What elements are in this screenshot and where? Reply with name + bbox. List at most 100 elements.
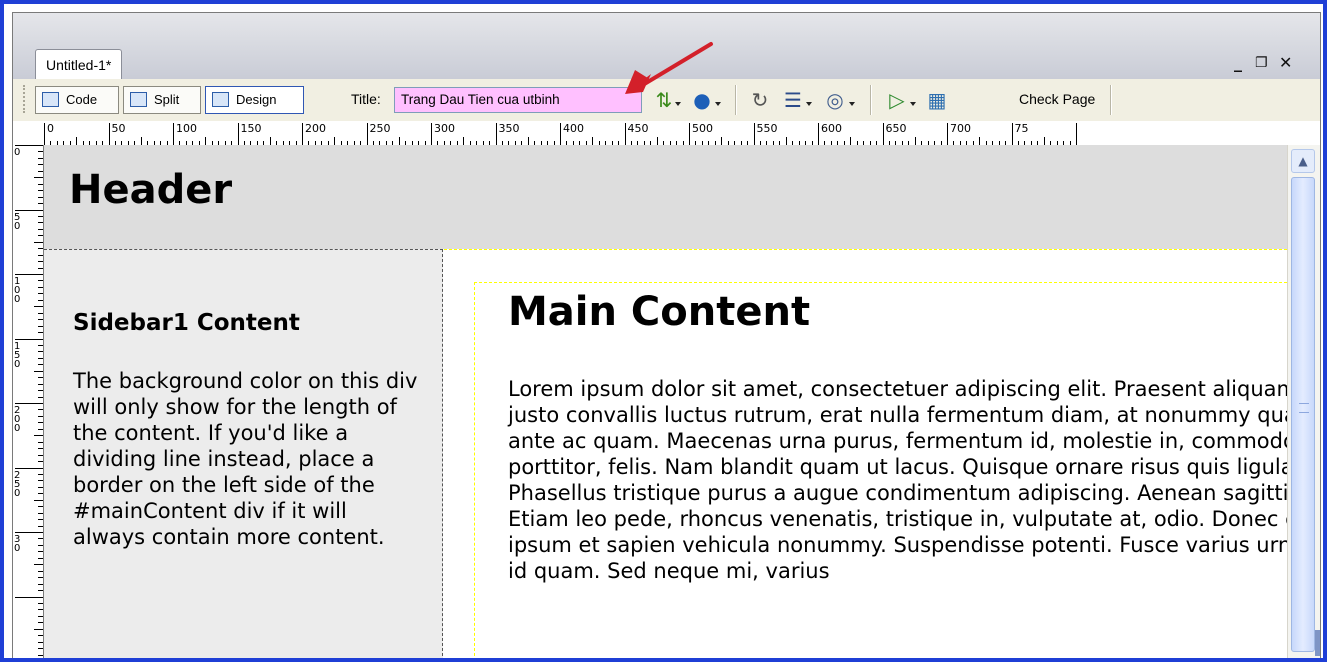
window-frame: Untitled-1* _ ❐ ✕ Code Split Design Titl… bbox=[0, 0, 1327, 662]
ruler-tick bbox=[721, 137, 723, 145]
ruler-tick bbox=[495, 123, 497, 145]
ruler-tick bbox=[38, 622, 43, 624]
ruler-tick bbox=[34, 370, 43, 372]
ruler-tick bbox=[15, 145, 43, 146]
ruler-tick bbox=[38, 615, 43, 617]
ruler-tick bbox=[302, 123, 303, 145]
ruler-tick bbox=[38, 222, 43, 224]
ruler-tick bbox=[38, 157, 43, 159]
ruler-label: 700 bbox=[950, 122, 971, 135]
ruler-tick bbox=[38, 551, 43, 553]
ruler-tick bbox=[431, 123, 432, 145]
ruler-tick bbox=[882, 123, 884, 145]
ruler-tick bbox=[38, 641, 43, 643]
main-content-div[interactable]: Main Content Lorem ipsum dolor sit amet,… bbox=[474, 282, 1287, 658]
ruler-label: 550 bbox=[756, 122, 778, 135]
ruler-tick bbox=[34, 241, 43, 243]
ruler-tick bbox=[38, 319, 43, 321]
design-canvas[interactable]: Header Sidebar1 Content The background c… bbox=[44, 145, 1287, 658]
ruler-tick bbox=[38, 590, 43, 592]
main-content-heading: Main Content bbox=[508, 289, 811, 335]
scroll-up-icon[interactable]: ▲ bbox=[1291, 149, 1315, 173]
ruler-tick bbox=[34, 177, 43, 179]
panel-expander-handle[interactable] bbox=[1315, 630, 1320, 656]
ruler-tick bbox=[38, 267, 43, 269]
ruler-tick bbox=[38, 235, 43, 237]
ruler-tick bbox=[237, 123, 239, 145]
ruler-tick bbox=[38, 203, 43, 205]
split-view-button[interactable]: Split bbox=[123, 86, 201, 114]
visual-aids-icon[interactable]: ◎ bbox=[823, 88, 847, 112]
ruler-tick bbox=[38, 493, 43, 495]
ruler-tick bbox=[15, 467, 43, 469]
page-header-heading: Header bbox=[69, 167, 233, 213]
ruler-tick bbox=[38, 441, 43, 443]
refresh-icon[interactable]: ↻ bbox=[748, 88, 772, 112]
ruler-tick bbox=[38, 557, 43, 559]
split-icon bbox=[130, 92, 147, 107]
ruler-tick bbox=[334, 137, 336, 145]
page-title-input[interactable]: Trang Dau Tien cua utbinh bbox=[394, 87, 642, 113]
chevron-down-icon bbox=[675, 102, 681, 106]
ruler-tick bbox=[38, 609, 43, 611]
ruler-tick bbox=[38, 254, 43, 256]
close-icon[interactable]: ✕ bbox=[1279, 53, 1292, 72]
ruler-label: 100 bbox=[176, 122, 197, 135]
sidebar-div[interactable]: Sidebar1 Content The background color on… bbox=[44, 249, 443, 658]
ruler-label: 350 bbox=[498, 122, 520, 135]
ruler-tick bbox=[38, 525, 43, 527]
chevron-down-icon bbox=[806, 102, 812, 106]
ruler-tick bbox=[38, 461, 43, 463]
ruler-tick bbox=[38, 344, 43, 346]
ruler-tick bbox=[38, 486, 43, 488]
ruler-tick bbox=[38, 519, 43, 521]
ruler-tick bbox=[38, 577, 43, 579]
ruler-tick bbox=[38, 654, 43, 656]
check-page-button[interactable]: Check Page bbox=[1019, 91, 1095, 107]
ruler-tick bbox=[818, 123, 819, 145]
ruler-tick bbox=[140, 137, 142, 145]
ruler-tick bbox=[947, 123, 948, 145]
ruler-tick bbox=[689, 123, 690, 145]
ruler-label: 450 bbox=[627, 122, 649, 135]
ruler-label: 600 bbox=[821, 122, 842, 135]
validate-markup-icon[interactable]: ▷ bbox=[885, 88, 909, 112]
ruler-label: 75 bbox=[1014, 122, 1029, 135]
ruler-tick bbox=[850, 137, 852, 145]
design-view-button[interactable]: Design bbox=[205, 86, 304, 114]
chevron-down-icon bbox=[849, 102, 855, 106]
ruler-tick bbox=[34, 499, 43, 501]
ruler-tick bbox=[560, 123, 561, 145]
restore-icon[interactable]: ❐ bbox=[1255, 55, 1268, 71]
ruler-label: 50 bbox=[111, 122, 126, 135]
toolbar-separator bbox=[735, 85, 737, 115]
ruler-tick bbox=[38, 280, 43, 282]
check-page-icon[interactable]: ▦ bbox=[925, 88, 949, 112]
ruler-label: 300 bbox=[434, 122, 455, 135]
view-options-icon[interactable]: ☰ bbox=[781, 88, 805, 112]
page-header-div[interactable]: Header bbox=[44, 145, 1287, 249]
ruler-tick bbox=[38, 299, 43, 301]
ruler-label: 200 bbox=[14, 405, 21, 434]
minimize-icon[interactable]: _ bbox=[1234, 53, 1242, 72]
ruler-tick bbox=[38, 390, 43, 392]
ruler-tick bbox=[38, 428, 43, 430]
ruler-tick bbox=[38, 325, 43, 327]
document-tab[interactable]: Untitled-1* bbox=[35, 49, 123, 80]
ruler-tick bbox=[38, 415, 43, 417]
ruler-tick bbox=[38, 480, 43, 482]
ruler-tick bbox=[38, 228, 43, 230]
ruler-tick bbox=[38, 357, 43, 359]
ruler-tick bbox=[38, 332, 43, 334]
code-view-button[interactable]: Code bbox=[35, 86, 119, 114]
ruler-tick bbox=[38, 293, 43, 295]
ruler-label: 150 bbox=[14, 340, 21, 370]
scrollbar-thumb[interactable] bbox=[1291, 177, 1315, 652]
vertical-scrollbar[interactable]: ▲ bbox=[1287, 145, 1320, 658]
ruler-tick bbox=[34, 306, 43, 308]
toolbar-grip[interactable] bbox=[23, 85, 29, 113]
ruler-tick bbox=[38, 312, 43, 314]
ruler-tick bbox=[76, 137, 78, 145]
ruler-tick bbox=[38, 422, 43, 424]
ruler-tick bbox=[366, 123, 368, 145]
